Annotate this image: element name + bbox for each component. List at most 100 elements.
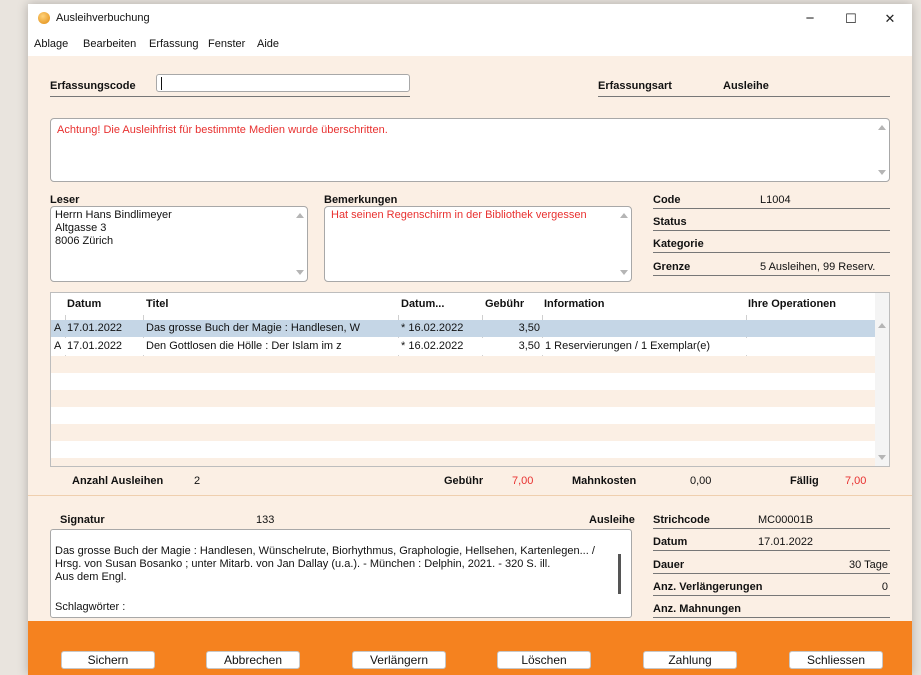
minimize-button[interactable]: − (790, 8, 830, 30)
message-box[interactable]: Achtung! Die Ausleihfrist für bestimmte … (50, 118, 890, 182)
row-date: 17.01.2022 (67, 340, 123, 352)
menu-ablage[interactable]: Ablage (34, 38, 68, 50)
empty-row (51, 424, 877, 441)
signature-label: Signatur (60, 514, 105, 526)
row-flag: A (54, 340, 62, 352)
empty-row (51, 390, 877, 407)
text-cursor (161, 77, 162, 90)
divider (653, 208, 890, 209)
column-header-title[interactable]: Titel (146, 298, 168, 310)
divider (598, 96, 890, 97)
reader-line: Herrn Hans Bindlimeyer (55, 209, 172, 221)
scroll-up-icon[interactable] (878, 125, 886, 130)
empty-row (51, 458, 877, 466)
divider (653, 230, 890, 231)
remarks-scrollbar[interactable] (617, 207, 631, 281)
close-dialog-button[interactable]: Schliessen (789, 651, 883, 669)
scroll-down-icon[interactable] (878, 170, 886, 175)
row-due-date: * 16.02.2022 (401, 322, 464, 334)
signature-value: 133 (256, 514, 275, 526)
message-scrollbar[interactable] (875, 119, 889, 181)
menu-bar: Ablage Bearbeiten Erfassung Fenster Aide (28, 34, 912, 56)
description-line: Aus dem Engl. (55, 571, 127, 583)
dunning-label: Mahnkosten (572, 475, 637, 487)
section-divider (28, 495, 912, 496)
loans-table[interactable]: Datum Titel Datum... Gebühr Information … (50, 292, 890, 467)
dunning-value: 0,00 (690, 475, 712, 487)
reader-label: Leser (50, 194, 80, 206)
table-row[interactable]: A 17.01.2022 Den Gottlosen die Hölle : D… (51, 338, 877, 355)
code-label: Code (653, 194, 681, 206)
reminders-label: Anz. Mahnungen (653, 603, 741, 615)
maximize-button[interactable]: ☐ (831, 8, 871, 30)
warning-message: Achtung! Die Ausleihfrist für bestimmte … (57, 124, 388, 136)
remarks-text: Hat seinen Regenschirm in der Bibliothek… (331, 209, 587, 221)
cancel-button[interactable]: Abbrechen (206, 651, 300, 669)
table-scrollbar[interactable] (875, 293, 889, 466)
renew-button[interactable]: Verlängern (352, 651, 446, 669)
reader-line: Altgasse 3 (55, 222, 107, 234)
reader-box[interactable]: Herrn Hans Bindlimeyer Altgasse 3 8006 Z… (50, 206, 308, 282)
fee-total-value: 7,00 (512, 475, 534, 487)
description-line: Hrsg. von Susan Bosanko ; unter Mitarb. … (55, 558, 551, 570)
due-total-label: Fällig (790, 475, 819, 487)
empty-row (51, 356, 877, 373)
capture-code-input[interactable] (156, 74, 410, 92)
row-information: 1 Reservierungen / 1 Exemplar(e) (545, 340, 711, 352)
divider (653, 550, 890, 551)
reader-scrollbar[interactable] (293, 207, 307, 281)
table-row[interactable]: A 17.01.2022 Das grosse Buch der Magie :… (51, 320, 877, 337)
row-title: Den Gottlosen die Hölle : Der Islam im z (146, 340, 342, 352)
column-header-information[interactable]: Information (544, 298, 605, 310)
scroll-up-icon[interactable] (620, 213, 628, 218)
loan-date-value: 17.01.2022 (758, 536, 814, 548)
capture-type-label: Erfassungsart (598, 80, 672, 92)
empty-row (51, 373, 877, 390)
menu-fenster[interactable]: Fenster (208, 38, 245, 50)
app-icon (38, 12, 50, 24)
description-line: Das grosse Buch der Magie : Handlesen, W… (55, 545, 595, 557)
column-header-operations[interactable]: Ihre Operationen (748, 298, 836, 310)
category-label: Kategorie (653, 238, 704, 250)
divider (653, 252, 890, 253)
scroll-up-icon[interactable] (878, 323, 886, 328)
scroll-down-icon[interactable] (296, 270, 304, 275)
fee-total-label: Gebühr (444, 475, 484, 487)
divider (50, 96, 410, 97)
due-total-value: 7,00 (845, 475, 867, 487)
limit-label: Grenze (653, 261, 691, 273)
loan-count-value: 2 (194, 475, 201, 487)
barcode-value: MC00001B (758, 514, 814, 526)
remarks-box[interactable]: Hat seinen Regenschirm in der Bibliothek… (324, 206, 632, 282)
divider (653, 275, 890, 276)
save-button[interactable]: Sichern (61, 651, 155, 669)
divider (653, 617, 890, 618)
title-bar: Ausleihverbuchung − ☐ ✕ (28, 4, 912, 34)
row-title: Das grosse Buch der Magie : Handlesen, W (146, 322, 360, 334)
loan-type-label: Ausleihe (589, 514, 635, 526)
renewals-label: Anz. Verlängerungen (653, 581, 763, 593)
description-box[interactable]: Das grosse Buch der Magie : Handlesen, W… (50, 529, 632, 618)
empty-row (51, 441, 877, 458)
divider (653, 528, 890, 529)
payment-button[interactable]: Zahlung (643, 651, 737, 669)
column-header-date[interactable]: Datum (67, 298, 101, 310)
menu-bearbeiten[interactable]: Bearbeiten (83, 38, 136, 50)
scroll-down-icon[interactable] (620, 270, 628, 275)
loan-count-label: Anzahl Ausleihen (72, 475, 164, 487)
remarks-label: Bemerkungen (324, 194, 398, 206)
column-header-fee[interactable]: Gebühr (485, 298, 524, 310)
scroll-up-icon[interactable] (296, 213, 304, 218)
close-button[interactable]: ✕ (870, 8, 910, 30)
menu-erfassung[interactable]: Erfassung (149, 38, 199, 50)
capture-code-label: Erfassungscode (50, 80, 136, 92)
duration-value: 30 Tage (849, 559, 888, 571)
capture-type-value: Ausleihe (723, 80, 769, 92)
window-title: Ausleihverbuchung (56, 12, 150, 24)
column-header-due-date[interactable]: Datum... (401, 298, 444, 310)
button-bar: Sichern Abbrechen Verlängern Löschen Zah… (28, 621, 912, 675)
scroll-down-icon[interactable] (878, 455, 886, 460)
scroll-thumb[interactable] (618, 554, 621, 594)
menu-aide[interactable]: Aide (257, 38, 279, 50)
delete-button[interactable]: Löschen (497, 651, 591, 669)
